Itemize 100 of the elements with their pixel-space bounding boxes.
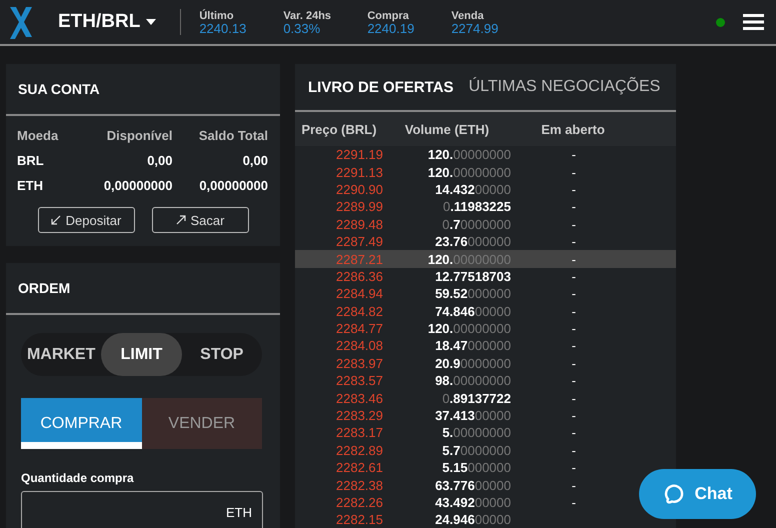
order-row[interactable]: 2289.48 0.70000000 - [295,216,635,233]
price-cell-text: 2283.97 [335,356,383,371]
pair-selector[interactable]: ETH/BRL [58,11,156,33]
order-row[interactable]: 2282.38 63.77600000 - [295,476,635,494]
order-row[interactable]: 2286.36 12.77518703 - [295,268,635,286]
volume-cell-text: 24.94600000 [434,512,511,528]
stat-label: Compra [367,10,410,22]
order-type-option[interactable]: LIMIT [101,333,182,376]
price-cell-text: 2289.99 [335,199,383,214]
order-row[interactable]: 2283.57 98.00000000 - [295,372,635,390]
price-cell-text: 2283.57 [335,373,383,388]
volume-cell-text: 20.90000000 [434,356,511,371]
open-cell-text: - [570,199,577,214]
price-cell-text: 2289.48 [335,216,383,232]
volume-cell-text: 0.11983225 [442,199,511,214]
order-row[interactable]: 2291.13 120.00000000 - [295,163,635,181]
order-row[interactable]: 2284.77 120.00000000 - [295,320,635,338]
order-row[interactable]: 2284.82 74.84600000 - [295,302,635,320]
order-row[interactable]: 2287.49 23.76000000 - [295,232,635,250]
price-cell-text: 2283.29 [335,408,383,424]
caret-icon [146,19,156,25]
open-cell-text: - [570,390,577,406]
price-cell-text: 2286.36 [335,268,383,284]
panel-tab[interactable]: LIVRO DE OFERTAS [308,78,454,96]
stat-label: Último [199,10,235,22]
table-cell-text: BRL [17,153,45,168]
volume-cell-text: 98.00000000 [434,373,511,388]
menu-icon[interactable] [743,14,764,30]
column-header: Preço (BRL) [300,122,378,136]
open-cell-text: - [570,442,577,458]
open-cell-text: - [570,478,577,493]
price-cell-text: 2284.82 [335,304,383,319]
chat-bubble-icon [662,483,685,505]
price-cell-text: 2282.26 [335,495,383,510]
order-row[interactable]: 2289.99 0.11983225 - [295,198,635,216]
volume-cell-text: 74.84600000 [434,304,511,319]
open-cell-text: - [570,460,577,476]
order-row[interactable]: 2282.61 5.15000000 - [295,459,635,476]
price-cell-text: 2282.38 [335,478,383,493]
panel-tab[interactable]: ÚLTIMAS NEGOCIAÇÕES [468,78,660,96]
price-cell-text: 2283.46 [335,390,383,406]
order-row[interactable]: 2284.08 18.47000000 - [295,337,635,355]
order-type-option[interactable]: MARKET [21,333,102,376]
price-cell-text: 2284.77 [335,321,383,336]
volume-cell-text: 5.00000000 [441,425,511,440]
open-cell-text: - [570,147,577,162]
volume-cell-text: 37.41300000 [434,408,511,424]
volume-cell-text: 120.00000000 [426,147,511,162]
column-header: Saldo Total [198,128,268,143]
order-row[interactable]: 2290.90 14.43200000 - [295,180,635,198]
buy-tab[interactable]: COMPRAR [21,398,142,449]
open-cell-text: - [570,182,577,197]
order-row[interactable]: 2282.15 24.94600000 [295,511,635,528]
volume-cell-text: 0.70000000 [441,216,511,232]
volume-cell-text: 120.00000000 [426,321,511,336]
price-cell-text: 2284.08 [335,338,383,354]
order-type-option[interactable]: STOP [182,333,262,376]
price-cell-text: 2291.13 [335,164,383,180]
sell-tab[interactable]: VENDER [142,398,262,449]
open-cell-text: - [570,268,577,284]
volume-cell-text: 59.52000000 [434,286,511,302]
order-row[interactable]: 2283.46 0.89137722 - [295,389,635,407]
price-cell-text: 2290.90 [335,182,383,197]
price-cell-text: 2284.94 [335,286,383,302]
open-cell-text: - [570,338,577,354]
open-cell-text: - [570,286,577,302]
volume-cell-text: 120.00000000 [426,164,511,180]
arrow-up-right-icon [176,215,186,225]
order-row[interactable]: 2282.26 43.49200000 - [295,494,635,512]
price-cell-text: 2283.17 [335,425,383,440]
order-row[interactable]: 2284.94 59.52000000 - [295,285,635,303]
open-cell-text: - [570,234,577,250]
table-cell-text: 0,00 [146,153,172,168]
price-cell-text: 2287.49 [335,234,383,250]
deposit-button[interactable]: Depositar [38,207,134,233]
order-row[interactable]: 2283.29 37.41300000 - [295,406,635,424]
volume-cell-text: 5.70000000 [441,442,511,458]
withdraw-button[interactable]: Sacar [152,207,248,233]
panel-title: ORDEM [6,263,280,315]
table-cell-text: 0,00000000 [102,178,172,193]
quantity-field[interactable]: ETH [21,491,263,528]
column-header: Em aberto [540,122,606,136]
open-cell-text: - [570,495,577,510]
panel-title: SUA CONTA [6,64,280,116]
order-row[interactable]: 2283.17 5.00000000 - [295,424,635,442]
open-cell-text: - [570,216,577,232]
order-row[interactable]: 2291.19 120.00000000 - [295,146,635,164]
volume-cell-text: 23.76000000 [434,234,511,250]
volume-cell-text: 43.49200000 [434,495,511,510]
logo-icon [8,5,34,39]
open-cell-text: - [570,408,577,424]
open-cell-text: - [570,321,577,336]
price-cell-text: 2282.89 [335,442,383,458]
table-cell-text: 0,00 [242,153,268,168]
stat-label: Venda [451,10,485,22]
order-row[interactable]: 2283.97 20.90000000 - [295,354,635,372]
order-row[interactable]: 2282.89 5.70000000 - [295,442,635,460]
open-cell-text: - [570,373,577,388]
stat-value: 2240.13 [199,22,248,34]
open-cell-text: - [570,164,577,180]
